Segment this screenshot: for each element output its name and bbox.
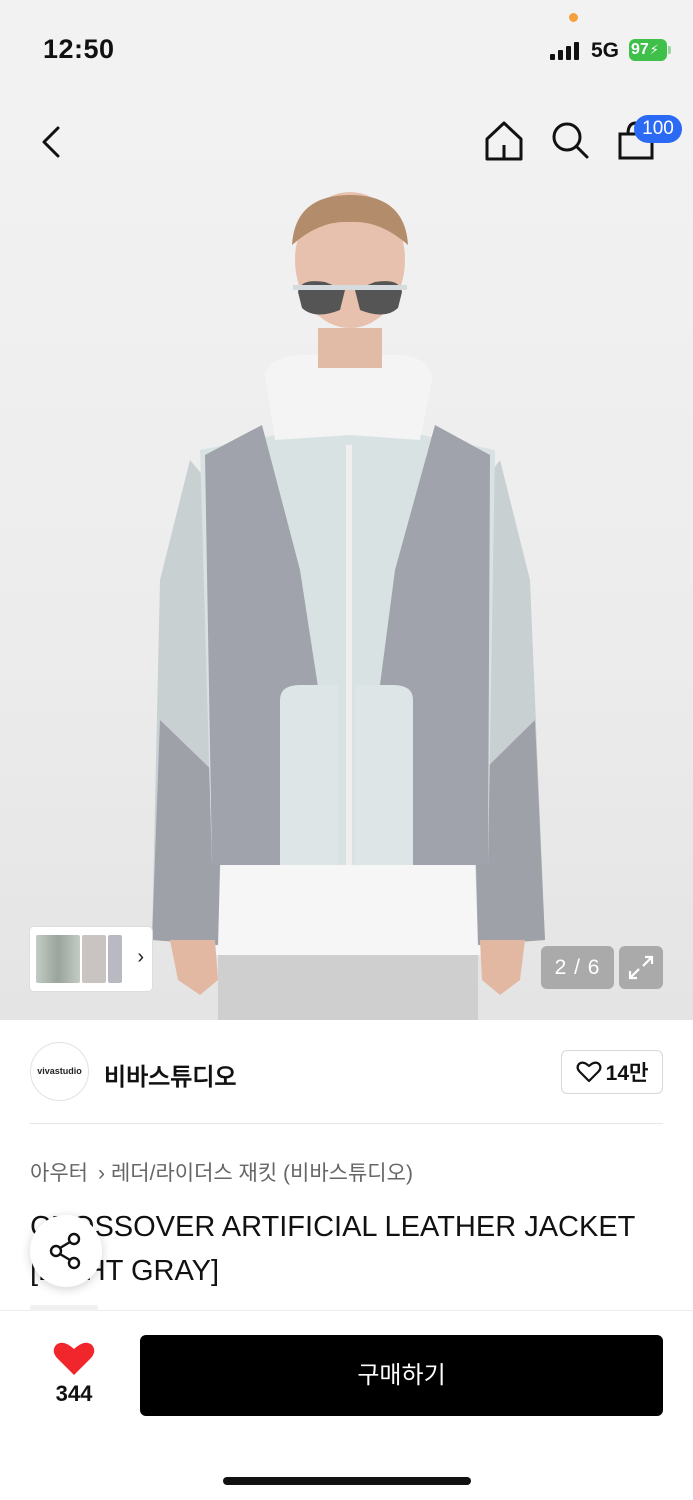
home-button[interactable] [484,120,524,162]
expand-button[interactable] [619,946,663,989]
thumbnail-strip[interactable]: › [30,927,152,991]
thumbnail-image[interactable] [36,935,80,983]
back-button[interactable] [34,120,74,164]
search-button[interactable] [550,120,590,162]
battery-level: 97 [631,41,649,58]
divider [30,1123,663,1124]
chevron-right-icon: › [137,946,144,968]
share-button[interactable] [30,1215,102,1287]
share-icon [49,1232,81,1270]
expand-icon [628,955,654,980]
breadcrumb-subcategory[interactable]: 레더/라이더스 재킷 (비바스튜디오) [111,1162,413,1185]
breadcrumb: 아우터 › 레더/라이더스 재킷 (비바스튜디오) [30,1157,413,1187]
home-icon [485,121,523,161]
privacy-indicator-dot [569,13,578,22]
product-image[interactable] [0,100,693,1020]
thumbnail-image[interactable] [108,935,122,983]
cellular-signal-icon [550,42,582,60]
image-counter: 2 / 6 [541,946,614,989]
wishlist-count: 344 [55,1381,93,1406]
bottom-action-bar: 344 구매하기 [0,1305,693,1500]
buy-button[interactable]: 구매하기 [140,1335,663,1416]
brand-row[interactable]: vivastudio 비바스튜디오 14만 [0,1020,693,1124]
tab-indicator [30,1305,98,1311]
product-photo-illustration [152,192,545,1020]
status-bar: 12:50 5G 97⚡ [0,0,693,100]
brand-like-button[interactable]: 14만 [561,1050,663,1094]
heart-filled-icon [53,1342,95,1375]
breadcrumb-separator: › [97,1162,105,1185]
battery-nub [668,46,671,54]
brand-like-count: 14만 [605,1062,649,1085]
battery-indicator: 97⚡ [629,39,667,61]
network-type: 5G [591,39,620,62]
thumbnail-image[interactable] [82,935,106,983]
brand-name[interactable]: 비바스튜디오 [104,1057,236,1092]
product-title: CROSSOVER ARTIFICIAL LEATHER JACKET [LIG… [30,1211,635,1287]
brand-logo[interactable]: vivastudio [30,1042,89,1101]
cart-count-badge: 100 [634,115,682,143]
back-icon [42,126,60,158]
heart-outline-icon [576,1061,602,1083]
search-icon [552,122,589,159]
breadcrumb-category[interactable]: 아우터 [30,1162,88,1185]
status-time: 12:50 [43,34,115,64]
home-indicator[interactable] [223,1477,471,1485]
